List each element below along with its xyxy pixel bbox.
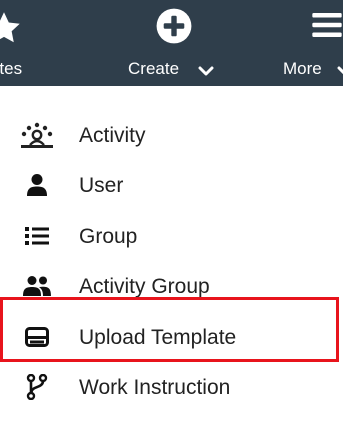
activity-icon: [20, 115, 54, 155]
menu-item-upload-template[interactable]: Upload Template: [0, 317, 343, 357]
nav-create-label: Create: [128, 59, 180, 78]
nav-create[interactable]: Create: [128, 0, 220, 86]
menu-item-user[interactable]: User: [0, 165, 343, 205]
menu-item-label: User: [79, 174, 124, 197]
list-icon: [20, 216, 54, 256]
user-icon: [20, 165, 54, 205]
menu-item-activity-group[interactable]: Activity Group: [0, 266, 343, 306]
chevron-down-icon: [198, 64, 214, 82]
plus-circle-icon: [155, 7, 193, 50]
menu-item-label: Work Instruction: [79, 376, 231, 399]
menu-item-label: Upload Template: [79, 326, 237, 349]
top-nav-bar: vorites Create: [0, 0, 343, 86]
chevron-down-icon: [337, 64, 343, 82]
users-icon: [20, 266, 54, 306]
menu-item-activity[interactable]: Activity: [0, 115, 343, 155]
nav-favorites[interactable]: vorites: [0, 0, 72, 86]
menu-icon: [311, 9, 343, 46]
menu-item-group[interactable]: Group: [0, 216, 343, 256]
menu-item-label: Activity Group: [79, 275, 210, 298]
nav-more-label: More: [283, 59, 322, 78]
nav-favorites-label: vorites: [0, 59, 23, 78]
page: vorites Create: [0, 0, 343, 421]
menu-item-label: Group: [79, 225, 138, 248]
menu-item-work-instruction[interactable]: Work Instruction: [0, 367, 343, 407]
star-icon: [0, 10, 22, 51]
branch-icon: [20, 367, 54, 407]
menu-item-label: Activity: [79, 124, 146, 147]
template-icon: [20, 317, 54, 357]
nav-more[interactable]: More: [283, 0, 343, 86]
